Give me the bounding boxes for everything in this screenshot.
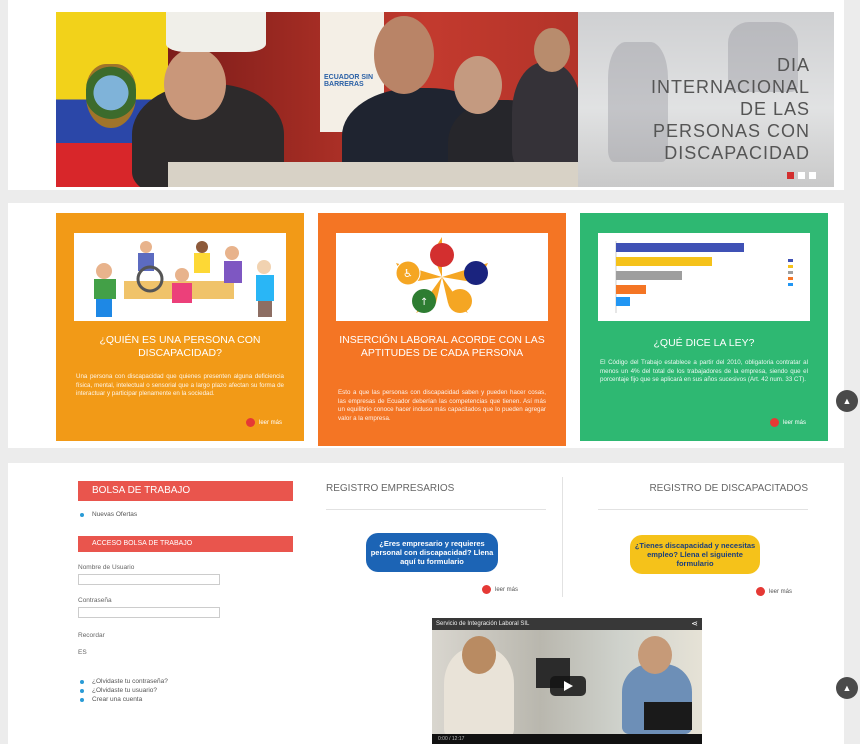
slider-dot[interactable] [809, 172, 816, 179]
scroll-top-button-2[interactable]: ▲ [836, 677, 858, 699]
create-account-link[interactable]: Crear una cuenta [78, 696, 293, 703]
read-more-icon [769, 418, 779, 427]
card-text: Esto a que las personas con discapacidad… [338, 389, 546, 422]
person-5 [166, 12, 266, 52]
card-quien-es[interactable]: ¿QUIÉN ES UNA PERSONA CON DISCAPACIDAD? … [56, 213, 304, 441]
read-more-icon [756, 587, 765, 596]
card-read-more[interactable]: leer más [245, 418, 282, 427]
slider-dot[interactable] [787, 172, 794, 179]
caption-line: INTERNACIONAL [650, 77, 810, 97]
caption-line: DE LAS [739, 99, 810, 119]
video-time: 0:00 / 12:17 [438, 736, 465, 742]
hero-slider[interactable]: ECUADOR SIN BARRERAS DIA INTERNACIONAL D… [56, 12, 834, 187]
video-person-left-head [462, 636, 496, 674]
person-3-head [454, 56, 502, 114]
card-image-bar-chart [598, 233, 810, 321]
usuario-input[interactable] [78, 574, 220, 585]
registro-empresarios-heading: REGISTRO EMPRESARIOS [326, 483, 455, 494]
acceso-bolsa-heading: ACCESO BOLSA DE TRABAJO [78, 536, 293, 552]
empresarios-form-button[interactable]: ¿Eres empresario y requieres personal co… [366, 533, 498, 572]
card-text: Una persona con discapacidad que quienes… [76, 373, 284, 397]
share-icon[interactable]: ⋖ [691, 619, 698, 629]
bolsa-trabajo-heading: BOLSA DE TRABAJO [78, 481, 293, 501]
svg-text:↑: ↑ [420, 297, 428, 308]
caption-line: PERSONAS CON [652, 121, 810, 141]
forgot-username-link[interactable]: ¿Olvidaste tu usuario? [78, 687, 293, 694]
bottom-section: BOLSA DE TRABAJO Nuevas Ofertas ACCESO B… [8, 463, 844, 744]
recordar-checkbox-label[interactable]: Recordar [78, 632, 293, 639]
card-title: ¿QUÉ DICE LA LEY? [653, 337, 755, 349]
person-1-head [164, 48, 226, 120]
person-4-head [534, 28, 570, 72]
nuevas-ofertas-link[interactable]: Nuevas Ofertas [78, 511, 293, 518]
scroll-top-button[interactable]: ▲ [836, 390, 858, 412]
flag-shield [86, 64, 136, 128]
discapacitados-form-button[interactable]: ¿Tienes discapacidad y necesitas empleo?… [630, 535, 760, 574]
sidebar: BOLSA DE TRABAJO Nuevas Ofertas ACCESO B… [78, 481, 293, 703]
chevron-up-icon: ▲ [842, 396, 852, 406]
usuario-label: Nombre de Usuario [78, 564, 135, 571]
feature-cards-section: ¿QUIÉN ES UNA PERSONA CON DISCAPACIDAD? … [8, 203, 844, 448]
law-bar-chart [615, 241, 793, 313]
video-person-right-head [638, 636, 672, 674]
sign-language-inset [644, 702, 692, 730]
caption-line: DISCAPACIDAD [664, 143, 810, 163]
card-que-dice-la-ley[interactable]: ¿QUÉ DICE LA LEY? El Código del Trabajo … [580, 213, 828, 441]
play-icon[interactable] [550, 676, 586, 696]
svg-text:♿: ♿ [403, 267, 413, 280]
read-more-icon [245, 418, 255, 427]
card-image-accessibility-icons: ♿ ↑ [336, 233, 548, 321]
card-read-more[interactable]: leer más [769, 418, 806, 427]
slider-dots [787, 172, 816, 179]
read-more-label: leer más [258, 419, 282, 426]
divider [326, 509, 546, 510]
empresarios-read-more[interactable]: leer más [482, 585, 518, 594]
card-title: INSERCIÓN LABORAL ACORDE CON LAS APTITUD… [339, 334, 545, 359]
registro-discapacitados-heading: REGISTRO DE DISCAPACITADOS [649, 483, 808, 494]
card-image-disability-people [74, 233, 286, 321]
hero-caption: DIA INTERNACIONAL DE LAS PERSONAS CON DI… [651, 54, 810, 164]
slider-dot[interactable] [798, 172, 805, 179]
divider [598, 509, 808, 510]
read-more-label: leer más [782, 419, 806, 426]
card-title: ¿QUIÉN ES UNA PERSONA CON DISCAPACIDAD? [99, 334, 261, 359]
hero-section: ECUADOR SIN BARRERAS DIA INTERNACIONAL D… [8, 0, 844, 190]
video-title-bar: Servicio de Integración Laboral SIL [432, 618, 702, 630]
read-more-icon [482, 585, 491, 594]
chevron-up-icon: ▲ [842, 683, 852, 693]
submit-button[interactable]: ES [78, 649, 293, 656]
discapacitados-read-more[interactable]: leer más [756, 587, 792, 596]
read-more-label: leer más [495, 586, 519, 593]
person-4 [512, 62, 582, 172]
card-insercion-laboral[interactable]: ♿ ↑ INSERCIÓN LABORAL ACORDE CON LAS APT… [318, 213, 566, 446]
video-player[interactable]: Servicio de Integración Laboral SIL ⋖ 0:… [432, 618, 702, 744]
people-illustration [94, 241, 274, 317]
column-divider [562, 477, 563, 597]
read-more-label: leer más [769, 588, 793, 595]
caption-line: DIA [776, 55, 810, 75]
person-2-head [374, 16, 434, 94]
banner-text: ECUADOR SIN BARRERAS [324, 74, 374, 88]
forgot-password-link[interactable]: ¿Olvidaste tu contraseña? [78, 678, 293, 685]
video-controls[interactable]: 0:00 / 12:17 [432, 734, 702, 744]
card-text: El Código del Trabajo establece a partir… [600, 359, 808, 383]
password-label: Contraseña [78, 597, 112, 604]
hero-table [168, 162, 598, 187]
password-input[interactable] [78, 607, 220, 618]
accessibility-icons: ♿ ↑ [395, 237, 488, 313]
video-title: Servicio de Integración Laboral SIL [436, 621, 530, 627]
